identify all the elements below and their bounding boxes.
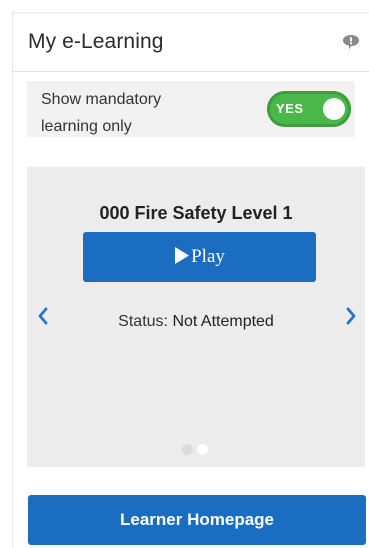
- chevron-right-icon[interactable]: [343, 305, 359, 327]
- play-icon: [175, 247, 190, 264]
- widget-header: My e-Learning: [13, 13, 369, 72]
- play-button-label: Play: [191, 246, 225, 267]
- mandatory-filter-label: Show mandatory learning only: [41, 91, 162, 135]
- e-learning-widget: My e-Learning Show mandatory learning on…: [12, 12, 369, 548]
- carousel-dot-2[interactable]: [197, 444, 208, 455]
- mandatory-toggle[interactable]: YES: [267, 91, 351, 127]
- play-button[interactable]: Play: [83, 232, 316, 282]
- status-label: Status:: [118, 313, 168, 330]
- carousel-pagination: [182, 442, 212, 455]
- carousel-dot-1[interactable]: [182, 444, 193, 455]
- learner-homepage-button[interactable]: Learner Homepage: [28, 495, 366, 545]
- course-title: 000 Fire Safety Level 1: [99, 203, 293, 223]
- mandatory-filter: Show mandatory learning only YES: [27, 81, 355, 137]
- toggle-knob: [323, 98, 345, 120]
- widget-title: My e-Learning: [28, 30, 164, 53]
- toggle-state-text: YES: [276, 101, 304, 116]
- status-value: Not Attempted: [172, 313, 274, 330]
- course-carousel: 000 Fire Safety Level 1 Play Status: Not…: [27, 167, 365, 467]
- speech-bubble-icon[interactable]: [341, 33, 361, 51]
- course-status: Status: Not Attempted: [27, 313, 365, 331]
